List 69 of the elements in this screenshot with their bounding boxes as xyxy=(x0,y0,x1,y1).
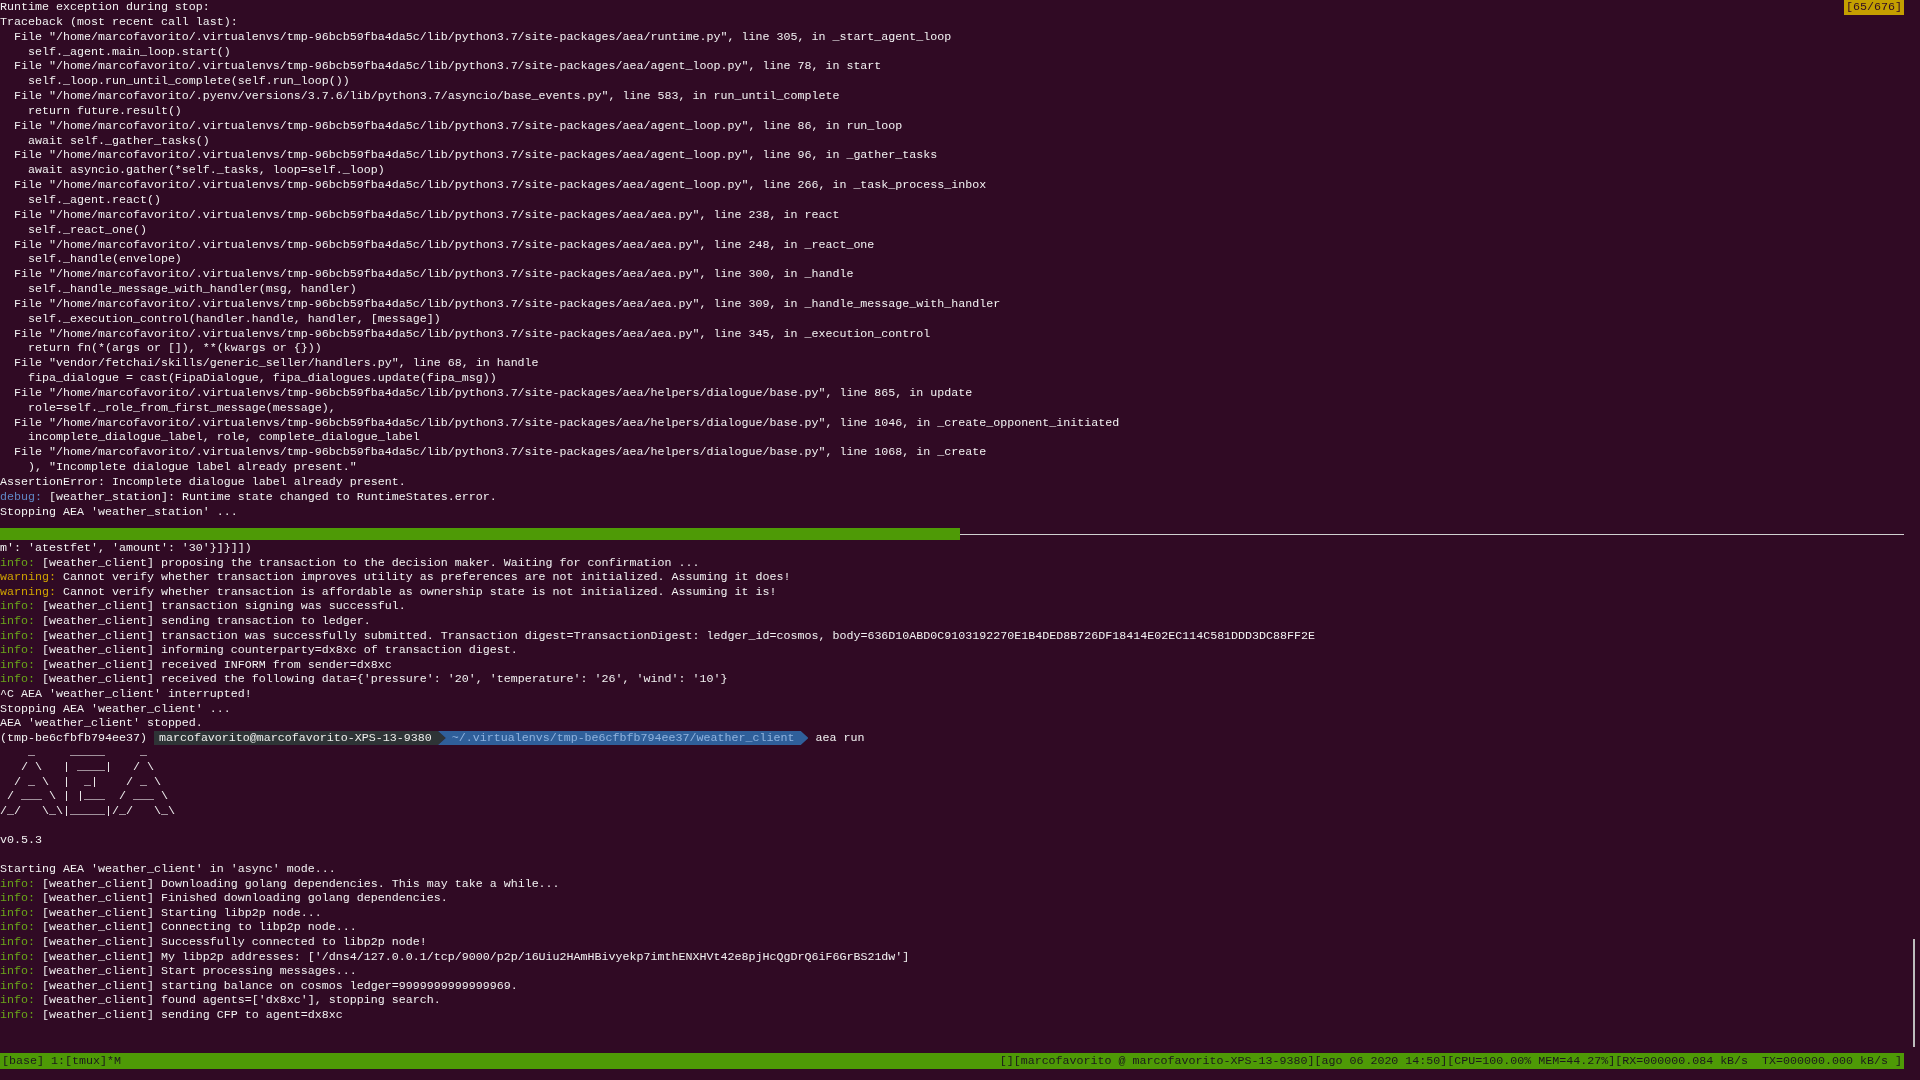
terminal-line: File "/home/marcofavorito/.virtualenvs/tmp-96bcb59fba4da5c/lib/python3.7/site-packages/aea/agent_loop.py", line 96, in _gather_tasks xyxy=(13,148,938,164)
terminal-line: File "/home/marcofavorito/.virtualenvs/tmp-96bcb59fba4da5c/lib/python3.7/site-packages/aea/aea.py", line 300, in _handle xyxy=(13,267,854,283)
terminal-line: ^C AEA 'weather_client' interrupted! xyxy=(0,686,252,702)
log-line: debug: [weather_station]: Runtime state changed to RuntimeStates.error. xyxy=(0,489,497,505)
pane-position-badge: [65/676] xyxy=(1844,0,1904,15)
terminal-line: File "vendor/fetchai/skills/generic_seller/handlers.py", line 68, in handle xyxy=(13,356,539,372)
log-line: info: [weather_client] found agents=['dx8xc'], stopping search. xyxy=(0,993,441,1008)
terminal-line: self._handle_message_with_handler(msg, handler) xyxy=(26,282,357,297)
log-line: info: [weather_client] proposing the transaction to the decision maker. Waiting for confirmation ... xyxy=(0,555,700,571)
terminal-line: Traceback (most recent call last): xyxy=(0,14,238,30)
prompt-env: (tmp-be6cfbfb794ee37) xyxy=(0,730,147,746)
session-label: [base] 1:[tmux]*M xyxy=(1,1053,122,1069)
terminal-line: incomplete_dialogue_label, role, complete_dialogue_label xyxy=(26,430,420,446)
log-line: warning: Cannot verify whether transaction is affordable as ownership state is not initialized. Assuming it is! xyxy=(0,584,777,600)
terminal-line: File "/home/marcofavorito/.virtualenvs/tmp-96bcb59fba4da5c/lib/python3.7/site-packages/aea/helpers/dialogue/base.py", line 1046, in _create_opponent_initiated xyxy=(13,415,1120,431)
terminal-line: v0.5.3 xyxy=(0,832,42,848)
log-line: info: [weather_client] sending CFP to agent=dx8xc xyxy=(0,1008,343,1023)
terminal-line: File "/home/marcofavorito/.pyenv/versions/3.7.6/lib/python3.7/asyncio/base_events.py", line 583, in run_until_complete xyxy=(13,89,840,104)
ascii-logo: _ _____ _ / \ | ____| / \ / _ \ | _| / _ \ / ___ \ | |___ / ___ \ /_/ \_\|_____|/_/ \_\ xyxy=(0,745,175,819)
terminal-line: File "/home/marcofavorito/.virtualenvs/tmp-96bcb59fba4da5c/lib/python3.7/site-packages/aea/aea.py", line 248, in _react_one xyxy=(13,237,875,253)
log-line: info: [weather_client] informing counterparty=dx8xc of transaction digest. xyxy=(0,643,518,658)
log-line: info: [weather_client] Downloading golang dependencies. This may take a while... xyxy=(0,876,560,892)
terminal-line: File "/home/marcofavorito/.virtualenvs/tmp-96bcb59fba4da5c/lib/python3.7/site-packages/aea/agent_loop.py", line 86, in run_loop xyxy=(13,118,903,134)
system-status: [][marcofavorito @ marcofavorito-XPS-13-9380][ago 06 2020 14:50][CPU=100.00% MEM=44.27%][RX=000000.084 kB/s TX=000000.000 kB/s ] xyxy=(998,1053,1903,1069)
terminal-line: File "/home/marcofavorito/.virtualenvs/tmp-96bcb59fba4da5c/lib/python3.7/site-packages/aea/aea.py", line 345, in _execution_control xyxy=(13,326,931,342)
log-line: info: [weather_client] received the following data={'pressure': '20', 'temperature': '26', 'wind': '10'} xyxy=(0,672,728,687)
terminal-line: return future.result() xyxy=(26,103,182,119)
terminal-line: Stopping AEA 'weather_station' ... xyxy=(0,504,238,520)
terminal-line: m': 'atestfet', 'amount': '30'}]}]]) xyxy=(0,541,252,556)
terminal-line: File "/home/marcofavorito/.virtualenvs/tmp-96bcb59fba4da5c/lib/python3.7/site-packages/aea/runtime.py", line 305, in _start_agent_loop xyxy=(13,29,952,45)
terminal-line: File "/home/marcofavorito/.virtualenvs/tmp-96bcb59fba4da5c/lib/python3.7/site-packages/aea/agent_loop.py", line 266, in _task_process_inbox xyxy=(13,178,987,193)
terminal-line: AssertionError: Incomplete dialogue label already present. xyxy=(0,475,406,490)
terminal-line: self._agent.main_loop.start() xyxy=(26,44,231,60)
log-line: info: [weather_client] starting balance on cosmos ledger=9999999999999969. xyxy=(0,978,518,994)
terminal-line: AEA 'weather_client' stopped. xyxy=(0,716,203,731)
terminal-line: return fn(*(args or []), **(kwargs or {})) xyxy=(26,341,322,357)
terminal-line: self._execution_control(handler.handle, handler, [message]) xyxy=(26,311,441,327)
terminal-line: self._agent.react() xyxy=(26,192,161,208)
log-line: warning: Cannot verify whether transaction improves utility as preferences are not initialized. Assuming it does! xyxy=(0,570,791,585)
terminal-line: fipa_dialogue = cast(FipaDialogue, fipa_dialogues.update(fipa_msg)) xyxy=(26,371,497,386)
terminal-line: Runtime exception during stop: xyxy=(0,0,210,15)
log-line: info: [weather_client] Successfully connected to libp2p node! xyxy=(0,935,427,950)
prompt-path-segment: ~/.virtualenvs/tmp-be6cfbfb794ee37/weather_client xyxy=(437,730,809,746)
terminal-line: File "/home/marcofavorito/.virtualenvs/tmp-96bcb59fba4da5c/lib/python3.7/site-packages/aea/helpers/dialogue/base.py", line 865, in update xyxy=(13,385,973,401)
log-line: info: [weather_client] Start processing messages... xyxy=(0,964,357,979)
terminal-line: File "/home/marcofavorito/.virtualenvs/tmp-96bcb59fba4da5c/lib/python3.7/site-packages/aea/aea.py", line 238, in react xyxy=(13,207,840,223)
terminal-line: ), "Incomplete dialogue label already present." xyxy=(26,460,357,475)
command-text: aea run xyxy=(815,730,865,746)
terminal-line: File "/home/marcofavorito/.virtualenvs/tmp-96bcb59fba4da5c/lib/python3.7/site-packages/aea/helpers/dialogue/base.py", line 1068, in _create xyxy=(13,445,987,461)
scrollbar[interactable] xyxy=(1913,939,1915,1047)
log-line: info: [weather_client] Finished downloading golang dependencies. xyxy=(0,891,448,906)
log-line: info: [weather_client] transaction was successfully submitted. Transaction digest=TransactionDigest: ledger_id=cosmos, body=636D10ABD0C9103192270E1B4DED8B726DF18414E02EC114C581DDD3DC88FF2E xyxy=(0,628,1316,644)
terminal-line: self._handle(envelope) xyxy=(26,252,182,268)
log-line: info: [weather_client] transaction signing was successful. xyxy=(0,599,406,614)
terminal-line: self._loop.run_until_complete(self.run_loop()) xyxy=(26,74,350,90)
log-line: info: [weather_client] sending transaction to ledger. xyxy=(0,613,371,629)
terminal-line: File "/home/marcofavorito/.virtualenvs/tmp-96bcb59fba4da5c/lib/python3.7/site-packages/aea/aea.py", line 309, in _handle_message_with_handler xyxy=(13,296,1001,312)
terminal-line: self._react_one() xyxy=(26,222,147,238)
terminal-line: await asyncio.gather(*self._tasks, loop=self._loop) xyxy=(26,163,385,179)
log-line: info: [weather_client] received INFORM from sender=dx8xc xyxy=(0,657,392,673)
log-line: info: [weather_client] Connecting to libp2p node... xyxy=(0,920,357,936)
log-line: info: [weather_client] Starting libp2p node... xyxy=(0,905,322,921)
terminal-line: Starting AEA 'weather_client' in 'async' mode... xyxy=(0,862,336,877)
terminal-line: role=self._role_from_first_message(message), xyxy=(26,400,336,416)
terminal-line: Stopping AEA 'weather_client' ... xyxy=(0,701,231,717)
terminal-line: File "/home/marcofavorito/.virtualenvs/tmp-96bcb59fba4da5c/lib/python3.7/site-packages/aea/agent_loop.py", line 78, in start xyxy=(13,59,882,75)
log-line: info: [weather_client] My libp2p addresses: ['/dns4/127.0.0.1/tcp/9000/p2p/16Uiu2HAmHBivyekp7imthENXHVt42e8pjHcQgDrQ6iF6GrBS21dw'] xyxy=(0,949,910,965)
terminal-line: await self._gather_tasks() xyxy=(26,133,210,149)
prompt-user-segment: marcofavorito@marcofavorito-XPS-13-9380 xyxy=(153,730,446,746)
